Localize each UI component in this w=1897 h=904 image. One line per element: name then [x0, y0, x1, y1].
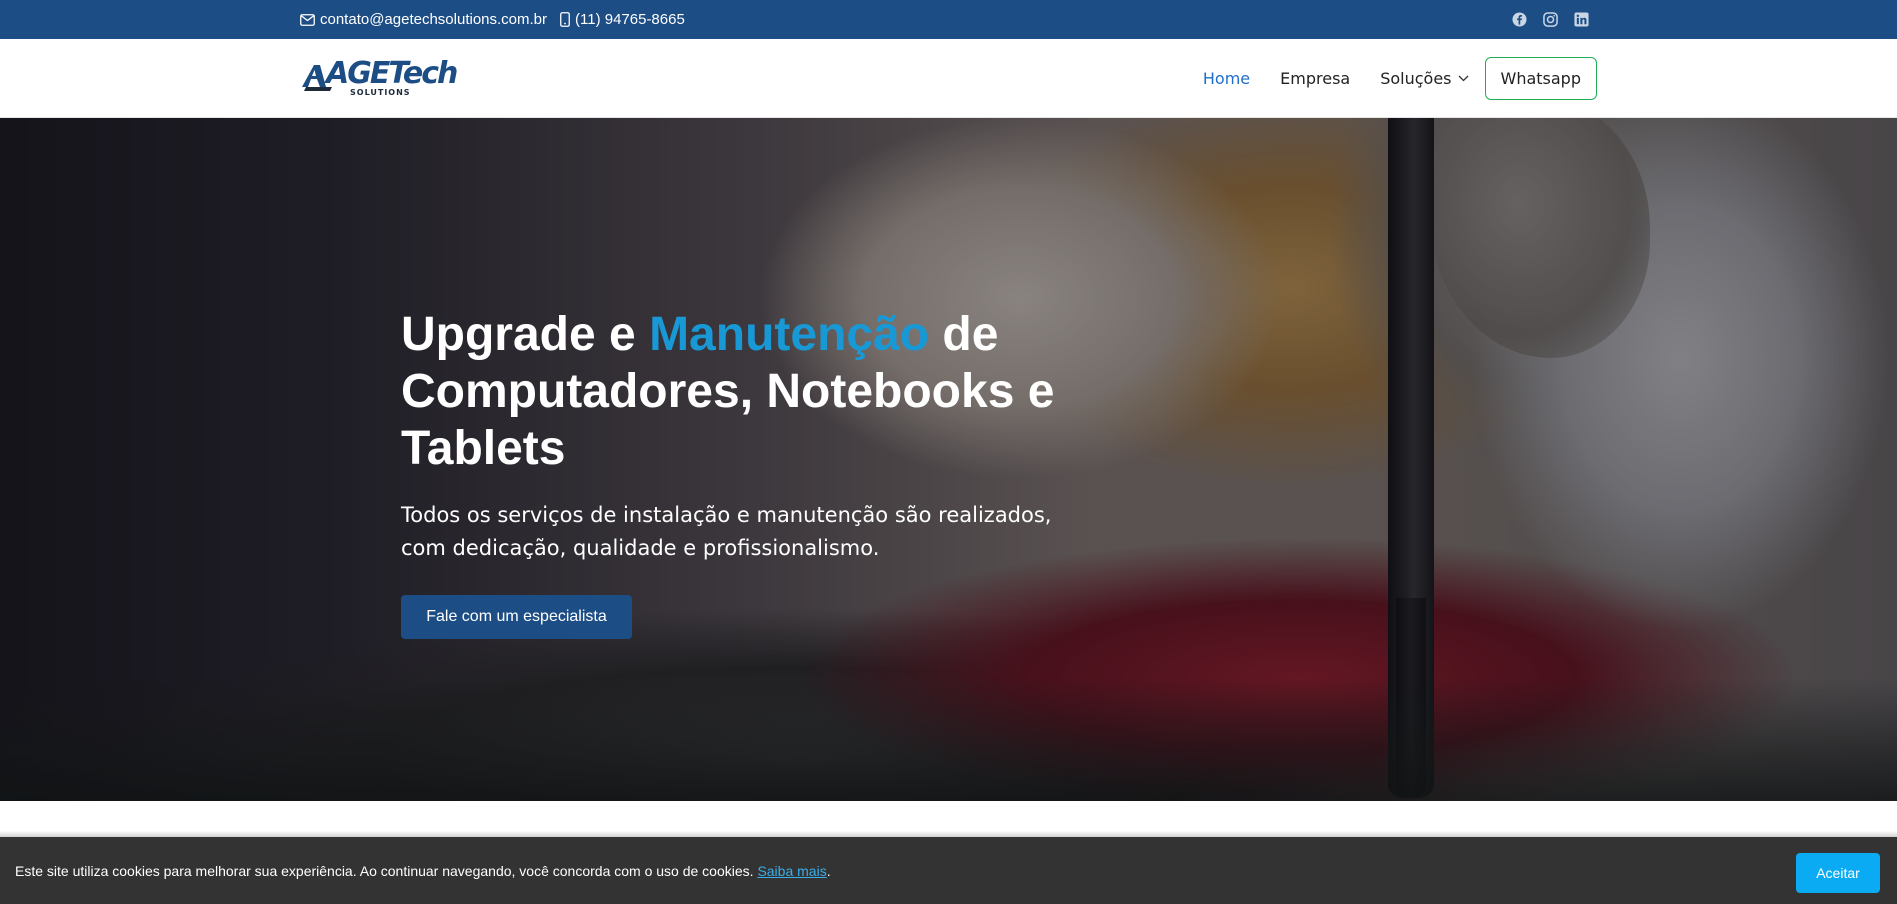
hero-title: Upgrade e Manutenção de Computadores, No…	[401, 306, 1101, 477]
whatsapp-label: Whatsapp	[1500, 69, 1582, 88]
main-header: AGETech SOLUTIONS Home Empresa Soluções …	[0, 39, 1897, 118]
learn-more-link[interactable]: Saiba mais	[757, 863, 826, 879]
phone-text: (11) 94765-8665	[575, 11, 685, 28]
envelope-icon	[300, 13, 315, 26]
linkedin-icon[interactable]	[1574, 12, 1589, 27]
facebook-icon[interactable]	[1512, 12, 1527, 27]
phone-contact[interactable]: (11) 94765-8665	[560, 0, 685, 39]
email-text: contato@agetechsolutions.com.br	[320, 11, 548, 28]
nav-item-home[interactable]: Home	[1203, 69, 1250, 88]
accept-label: Aceitar	[1816, 865, 1860, 881]
hero-section: Upgrade e Manutenção de Computadores, No…	[0, 118, 1897, 801]
main-nav: Home Empresa Soluções Whatsapp	[1173, 57, 1597, 100]
accept-cookies-button[interactable]: Aceitar	[1796, 853, 1880, 893]
cta-label: Fale com um especialista	[426, 608, 607, 625]
nav-item-label: Empresa	[1280, 69, 1351, 88]
cookie-message-suffix: .	[826, 862, 831, 879]
cookie-message: Este site utiliza cookies para melhorar …	[15, 837, 831, 904]
cookie-message-text: Este site utiliza cookies para melhorar …	[15, 862, 758, 879]
logo-text: AGETech	[326, 56, 458, 91]
hero-title-part1: Upgrade e	[401, 308, 650, 361]
social-links	[1512, 0, 1589, 39]
nav-item-solucoes[interactable]: Soluções	[1380, 69, 1468, 88]
whatsapp-button[interactable]: Whatsapp	[1484, 57, 1597, 100]
hero-content: Upgrade e Manutenção de Computadores, No…	[401, 306, 1101, 639]
logo[interactable]: AGETech SOLUTIONS	[300, 57, 458, 97]
hero-title-highlight: Manutenção	[649, 308, 930, 361]
phone-icon	[560, 12, 570, 27]
cookie-banner: Este site utiliza cookies para melhorar …	[0, 831, 1897, 904]
nav-item-empresa[interactable]: Empresa	[1280, 69, 1350, 88]
hero-subtitle: Todos os serviços de instalação e manute…	[401, 503, 1052, 560]
top-bar: contato@agetechsolutions.com.br (11) 947…	[0, 0, 1897, 39]
chevron-down-icon	[1458, 75, 1468, 82]
logo-subtext: SOLUTIONS	[350, 88, 411, 97]
nav-item-label: Soluções	[1380, 69, 1452, 88]
nav-item-label: Home	[1202, 69, 1251, 88]
contact-specialist-button[interactable]: Fale com um especialista	[401, 595, 632, 639]
instagram-icon[interactable]	[1543, 12, 1558, 27]
email-contact[interactable]: contato@agetechsolutions.com.br	[300, 0, 547, 39]
